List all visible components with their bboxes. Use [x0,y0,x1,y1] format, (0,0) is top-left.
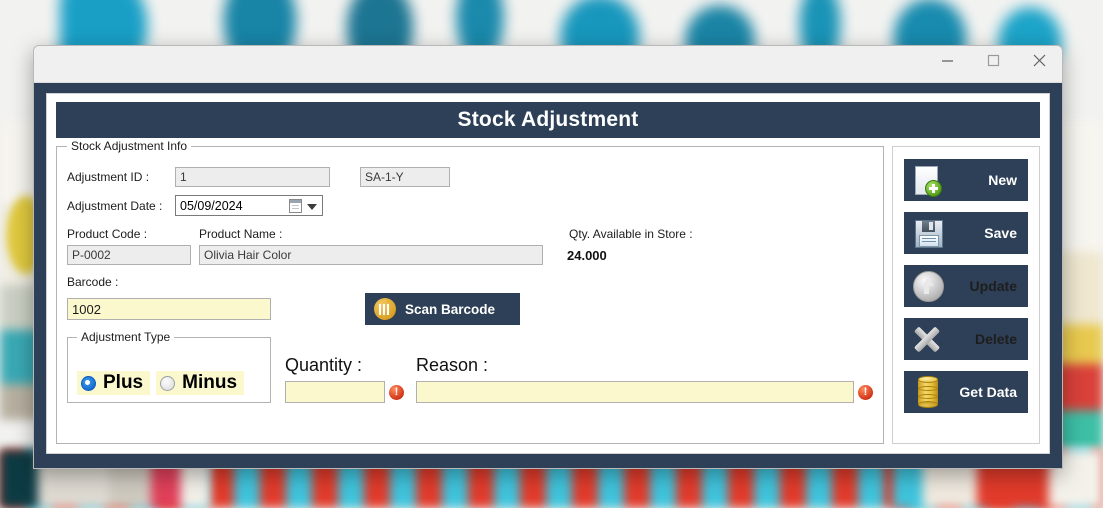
close-button[interactable] [1016,46,1062,74]
adjustment-id-input[interactable]: 1 [175,167,330,187]
scan-barcode-label: Scan Barcode [405,301,496,317]
reason-input[interactable] [416,381,854,403]
save-button-label: Save [984,225,1017,241]
new-document-icon [911,163,946,197]
cross-icon [911,323,945,355]
radio-minus-indicator [160,375,176,391]
get-data-button[interactable]: Get Data [904,371,1028,413]
delete-button-label: Delete [974,331,1017,347]
adjustment-type-group: Adjustment Type Plus Minus [67,330,271,403]
adjustment-id-label: Adjustment ID : [67,170,150,184]
adjustment-date-label: Adjustment Date : [67,198,163,213]
page-title: Stock Adjustment [56,102,1040,138]
groupbox-caption: Stock Adjustment Info [67,139,192,153]
scan-barcode-button[interactable]: Scan Barcode [365,293,520,325]
product-code-input[interactable]: P-0002 [67,245,191,265]
action-button-panel: New Save Update Delete Get Data [892,146,1040,444]
window-titlebar [34,46,1062,83]
get-data-button-label: Get Data [959,384,1017,400]
quantity-label: Quantity : [285,355,363,375]
product-code-label: Product Code : [67,227,148,241]
product-name-label: Product Name : [199,227,283,241]
radio-plus-indicator [81,375,96,391]
stock-adjustment-window: Stock Adjustment Stock Adjustment Info A… [33,45,1063,469]
save-button[interactable]: Save [904,212,1028,254]
radio-plus-label: Plus [103,372,144,393]
quantity-error-icon[interactable]: ! [389,384,404,400]
update-button[interactable]: Update [904,265,1028,307]
quantity-input[interactable] [285,381,385,403]
delete-button[interactable]: Delete [904,318,1028,360]
update-button-label: Update [969,278,1017,294]
qty-available-label: Qty. Available in Store : [569,227,693,241]
new-button[interactable]: New [904,159,1028,201]
form-body: Stock Adjustment Info Adjustment ID : 1 … [56,139,1040,444]
new-button-label: New [988,172,1017,188]
adjustment-date-picker[interactable]: 05/09/2024 [175,195,323,216]
window-client-area: Stock Adjustment Stock Adjustment Info A… [34,83,1062,468]
radio-plus[interactable]: Plus [77,371,151,395]
calendar-icon [289,199,302,213]
floppy-disk-icon [911,217,945,249]
stock-adjustment-info-group: Stock Adjustment Info Adjustment ID : 1 … [56,139,884,444]
barcode-input[interactable]: 1002 [67,298,271,320]
qty-available-value: 24.000 [567,247,607,263]
up-arrow-circle-icon [911,270,945,302]
chevron-down-icon[interactable] [307,204,317,210]
radio-minus[interactable]: Minus [156,371,245,395]
adjustment-type-caption: Adjustment Type [77,330,175,344]
adjustment-date-value: 05/09/2024 [180,198,243,213]
adjustment-code-field: SA-1-Y [360,167,450,187]
database-icon [911,376,945,408]
barcode-icon [374,298,396,320]
product-name-input[interactable]: Olivia Hair Color [199,245,543,265]
reason-label: Reason : [416,355,489,375]
reason-error-icon[interactable]: ! [858,384,873,400]
maximize-button[interactable] [970,46,1016,74]
minimize-button[interactable] [924,46,970,74]
radio-minus-label: Minus [182,372,238,393]
barcode-label: Barcode : [67,275,119,289]
form-panel: Stock Adjustment Stock Adjustment Info A… [46,93,1050,454]
